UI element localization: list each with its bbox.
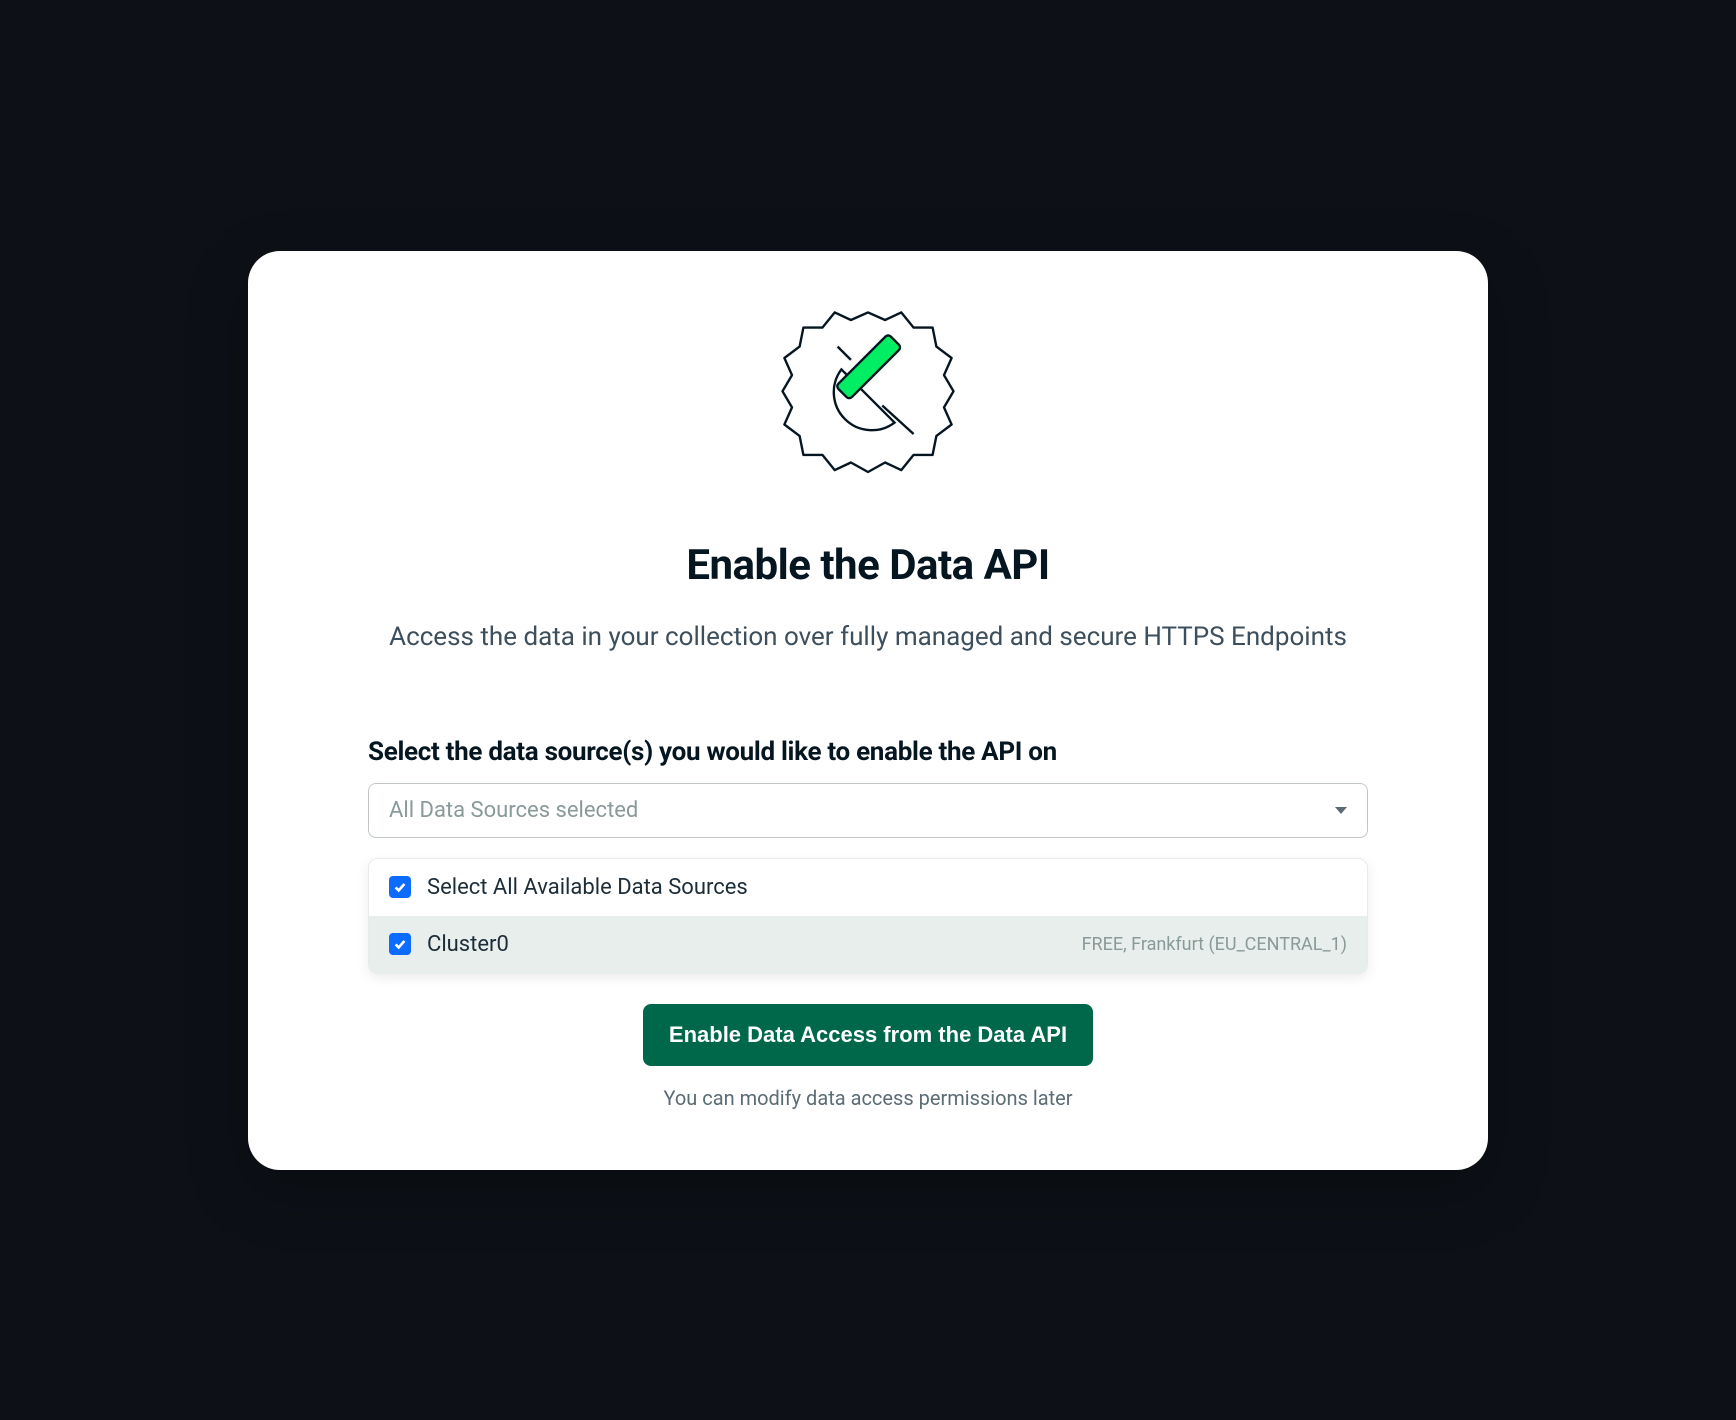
option-cluster0[interactable]: Cluster0 FREE, Frankfurt (EU_CENTRAL_1) [369,916,1367,973]
hero-icon-container [368,301,1368,491]
checkbox-select-all[interactable] [389,876,411,898]
dropdown-options-panel: Select All Available Data Sources Cluste… [368,858,1368,974]
option-meta: FREE, Frankfurt (EU_CENTRAL_1) [1082,934,1347,955]
enable-data-access-button[interactable]: Enable Data Access from the Data API [643,1004,1093,1066]
option-select-all[interactable]: Select All Available Data Sources [369,859,1367,916]
helper-text: You can modify data access permissions l… [368,1086,1368,1110]
data-source-dropdown[interactable]: All Data Sources selected [368,783,1368,838]
section-label: Select the data source(s) you would like… [368,737,1368,767]
option-label: Cluster0 [427,932,1066,957]
dropdown-selected-text: All Data Sources selected [389,798,638,823]
gear-plug-icon [773,301,963,491]
checkmark-icon [393,880,407,894]
checkmark-icon [393,937,407,951]
caret-down-icon [1335,807,1347,814]
option-label: Select All Available Data Sources [427,875,1347,900]
button-container: Enable Data Access from the Data API [368,1004,1368,1066]
modal-title: Enable the Data API [368,541,1368,590]
checkbox-cluster0[interactable] [389,933,411,955]
enable-data-api-modal: Enable the Data API Access the data in y… [248,251,1488,1170]
modal-subtitle: Access the data in your collection over … [368,618,1368,657]
